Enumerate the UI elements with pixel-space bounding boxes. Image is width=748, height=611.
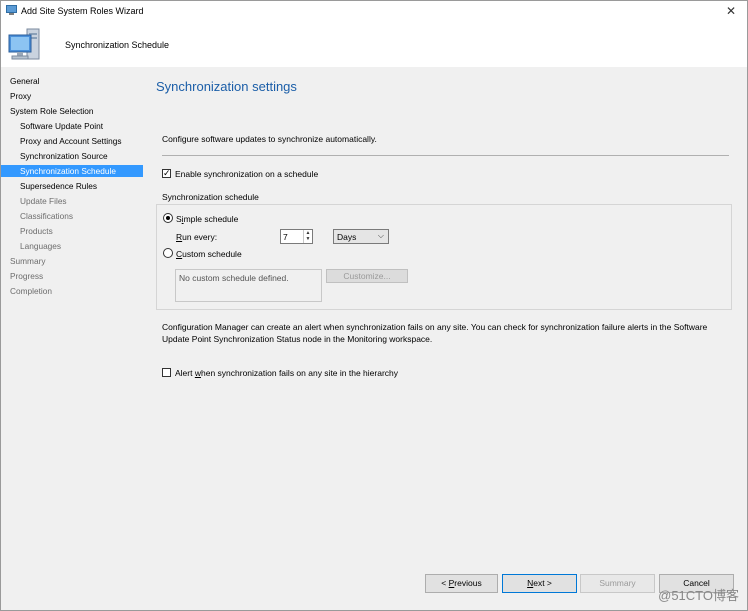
chevron-down-icon: ⌵ xyxy=(377,231,384,240)
wizard-app-icon xyxy=(6,5,17,15)
radio-selected-dot xyxy=(166,216,170,220)
enable-schedule-label[interactable]: Enable synchronization on a schedule xyxy=(175,169,318,179)
nav-item-progress: Progress xyxy=(10,271,44,281)
nav-item-system-role-selection[interactable]: System Role Selection xyxy=(1,105,143,117)
run-every-value[interactable]: 7 xyxy=(283,232,288,242)
run-every-spinner[interactable]: 7 ▲ ▼ xyxy=(280,229,313,244)
spin-down-icon[interactable]: ▼ xyxy=(304,236,312,242)
checkmark-icon: ✓ xyxy=(163,168,171,178)
nav-item-synchronization-source[interactable]: Synchronization Source xyxy=(1,150,143,162)
run-every-unit-dropdown[interactable]: Days ⌵ xyxy=(333,229,389,244)
nav-item-languages: Languages xyxy=(20,241,62,251)
custom-schedule-label[interactable]: Custom schedule xyxy=(176,249,242,259)
computer-icon xyxy=(8,28,40,60)
alert-checkbox[interactable] xyxy=(162,368,171,377)
nav-item-general[interactable]: General xyxy=(1,75,143,87)
schedule-group-label: Synchronization schedule xyxy=(162,192,262,202)
custom-schedule-display: No custom schedule defined. xyxy=(175,269,322,302)
watermark: @51CTO博客 xyxy=(658,588,739,603)
nav-item-proxy[interactable]: Proxy xyxy=(1,90,143,102)
window-title: Add Site System Roles Wizard xyxy=(21,6,144,16)
wizard-header: Synchronization Schedule xyxy=(1,23,747,67)
next-button[interactable]: Next > xyxy=(502,574,577,593)
spinner-arrows: ▲ ▼ xyxy=(303,230,312,243)
enable-schedule-checkbox[interactable]: ✓ xyxy=(162,168,171,178)
previous-button[interactable]: < Previous xyxy=(425,574,498,593)
customize-button[interactable]: Customize... xyxy=(326,269,408,283)
page-title: Synchronization settings xyxy=(156,79,297,94)
run-every-label: Run every: xyxy=(176,232,218,242)
alert-info-text: Configuration Manager can create an aler… xyxy=(162,322,708,344)
separator xyxy=(162,155,729,156)
header-title: Synchronization Schedule xyxy=(65,40,170,50)
alert-checkbox-label[interactable]: Alert when synchronization fails on any … xyxy=(175,368,398,378)
simple-schedule-radio[interactable] xyxy=(163,213,173,223)
simple-schedule-label[interactable]: Simple schedule xyxy=(176,214,238,224)
close-icon[interactable]: ✕ xyxy=(723,3,739,19)
custom-schedule-radio[interactable] xyxy=(163,248,173,258)
wizard-nav: General Proxy System Role Selection Soft… xyxy=(1,67,143,610)
summary-button: Summary xyxy=(580,574,655,593)
run-every-unit-value: Days xyxy=(337,232,357,242)
nav-item-supersedence-rules[interactable]: Supersedence Rules xyxy=(1,180,143,192)
nav-item-software-update-point[interactable]: Software Update Point xyxy=(1,120,143,132)
nav-item-synchronization-schedule[interactable]: Synchronization Schedule xyxy=(1,165,143,177)
nav-item-completion: Completion xyxy=(10,286,52,296)
custom-schedule-text: No custom schedule defined. xyxy=(179,273,289,283)
nav-item-products: Products xyxy=(20,226,53,236)
wizard-window: Add Site System Roles Wizard ✕ Synchroni… xyxy=(0,0,748,611)
nav-item-proxy-account-settings[interactable]: Proxy and Account Settings xyxy=(1,135,143,147)
nav-item-classifications: Classifications xyxy=(20,211,74,221)
title-bar: Add Site System Roles Wizard ✕ xyxy=(1,1,747,23)
nav-item-update-files: Update Files xyxy=(20,196,67,206)
wizard-content: Synchronization settings Configure softw… xyxy=(143,67,747,610)
nav-item-summary: Summary xyxy=(10,256,46,266)
page-description: Configure software updates to synchroniz… xyxy=(162,134,377,144)
